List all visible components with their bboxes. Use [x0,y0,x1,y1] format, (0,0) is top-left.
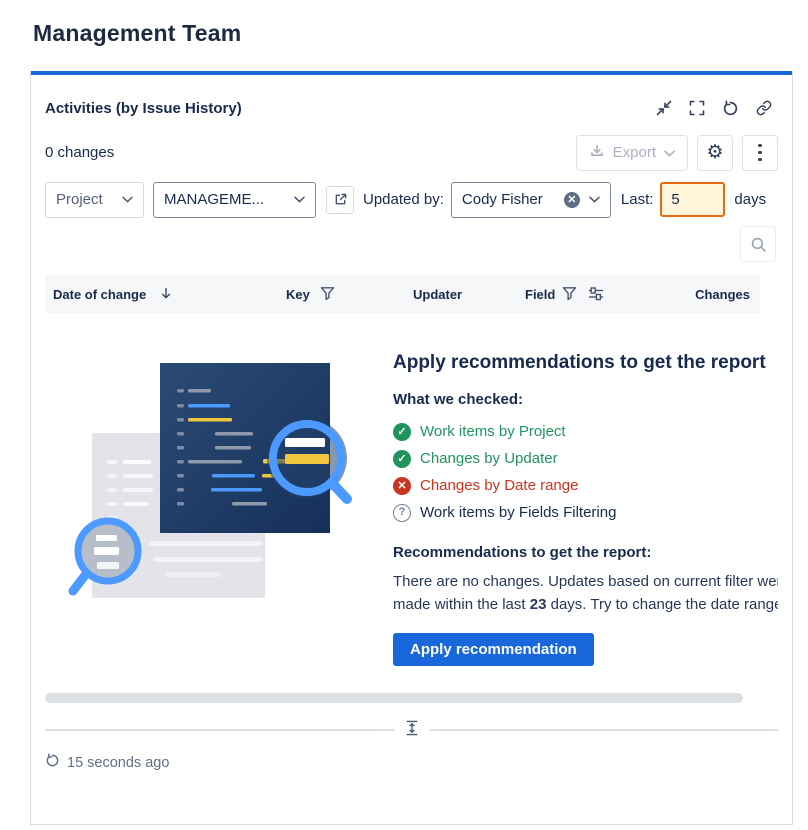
resize-handle-icon[interactable] [394,719,429,742]
check-success-icon: ✓ [393,450,411,468]
download-icon [589,143,605,163]
changes-count: 0 changes [45,144,114,161]
updated-by-label: Updated by: [363,191,444,208]
chevron-down-icon [589,196,600,203]
search-button[interactable] [740,226,776,262]
project-value: MANAGEME... [164,191,264,208]
chevron-down-icon [122,196,133,203]
search-icon [750,236,767,253]
column-field[interactable]: Field [525,287,555,302]
check-success-icon: ✓ [393,423,411,441]
check-label: Work items by Project [420,423,566,440]
project-value-dropdown[interactable]: MANAGEME... [153,182,316,218]
recommendation-text-line2: made within the last 23 days. Try to cha… [393,593,778,616]
gadget-title: Activities (by Issue History) [45,100,242,117]
open-project-button[interactable] [326,186,354,214]
collapse-icon[interactable] [656,100,672,116]
chevron-down-icon [294,196,305,203]
check-question-icon: ? [393,504,411,522]
apply-recommendation-button[interactable]: Apply recommendation [393,633,594,666]
recommendation-text-line1: There are no changes. Updates based on c… [393,570,778,593]
column-changes[interactable]: Changes [695,287,750,302]
external-link-icon [334,193,347,206]
panel-accent-bar [31,71,792,75]
chevron-down-icon [664,144,675,161]
last-days-input[interactable] [660,182,725,217]
last-updated-text: 15 seconds ago [67,755,169,771]
refresh-icon[interactable] [722,100,739,117]
export-label: Export [613,144,656,161]
horizontal-scrollbar[interactable] [45,693,743,703]
key-filter-icon[interactable] [320,286,335,304]
kebab-icon [758,144,762,162]
days-label: days [734,191,766,208]
check-item: ✓ Changes by Updater [393,445,778,472]
check-label: Work items by Fields Filtering [420,504,616,521]
fullscreen-icon[interactable] [689,100,705,116]
recommendations-title: Recommendations to get the report: [393,544,778,561]
settings-button[interactable]: ⚙ [697,135,733,171]
check-item: ✕ Changes by Date range [393,472,778,499]
more-actions-button[interactable] [742,135,778,171]
check-label: Changes by Date range [420,477,578,494]
updater-dropdown[interactable]: Cody Fisher ✕ [451,182,611,218]
page: Management Team Activities (by Issue His… [0,0,808,830]
clear-updater-icon[interactable]: ✕ [564,192,580,208]
export-button[interactable]: Export [576,135,688,171]
page-title: Management Team [33,20,808,47]
check-label: Changes by Updater [420,450,558,467]
link-icon[interactable] [756,100,772,116]
refresh-small-icon[interactable] [45,753,60,772]
column-key[interactable]: Key [286,287,310,302]
column-updater[interactable]: Updater [413,287,462,302]
checked-title: What we checked: [393,391,778,408]
gear-icon: ⚙ [706,143,723,162]
sort-desc-icon[interactable] [159,286,173,304]
resize-divider [45,729,778,730]
updater-value: Cody Fisher [462,191,543,208]
column-date-of-change[interactable]: Date of change [53,287,146,302]
recommendation-days-value: 23 [530,596,547,613]
checks-list: ✓ Work items by Project ✓ Changes by Upd… [393,418,778,526]
empty-state-heading: Apply recommendations to get the report [393,352,778,374]
check-error-icon: ✕ [393,477,411,495]
check-item: ✓ Work items by Project [393,418,778,445]
field-settings-icon[interactable] [588,286,604,304]
field-filter-icon[interactable] [562,286,577,304]
last-label: Last: [621,191,654,208]
filter-type-label: Project [56,191,103,208]
filter-type-dropdown[interactable]: Project [45,182,144,218]
empty-state-illustration [45,346,393,666]
check-item: ? Work items by Fields Filtering [393,499,778,526]
table-header: Date of change Key Updater Field Changes [45,275,760,313]
activities-gadget-panel: Activities (by Issue History) 0 changes … [30,71,793,825]
